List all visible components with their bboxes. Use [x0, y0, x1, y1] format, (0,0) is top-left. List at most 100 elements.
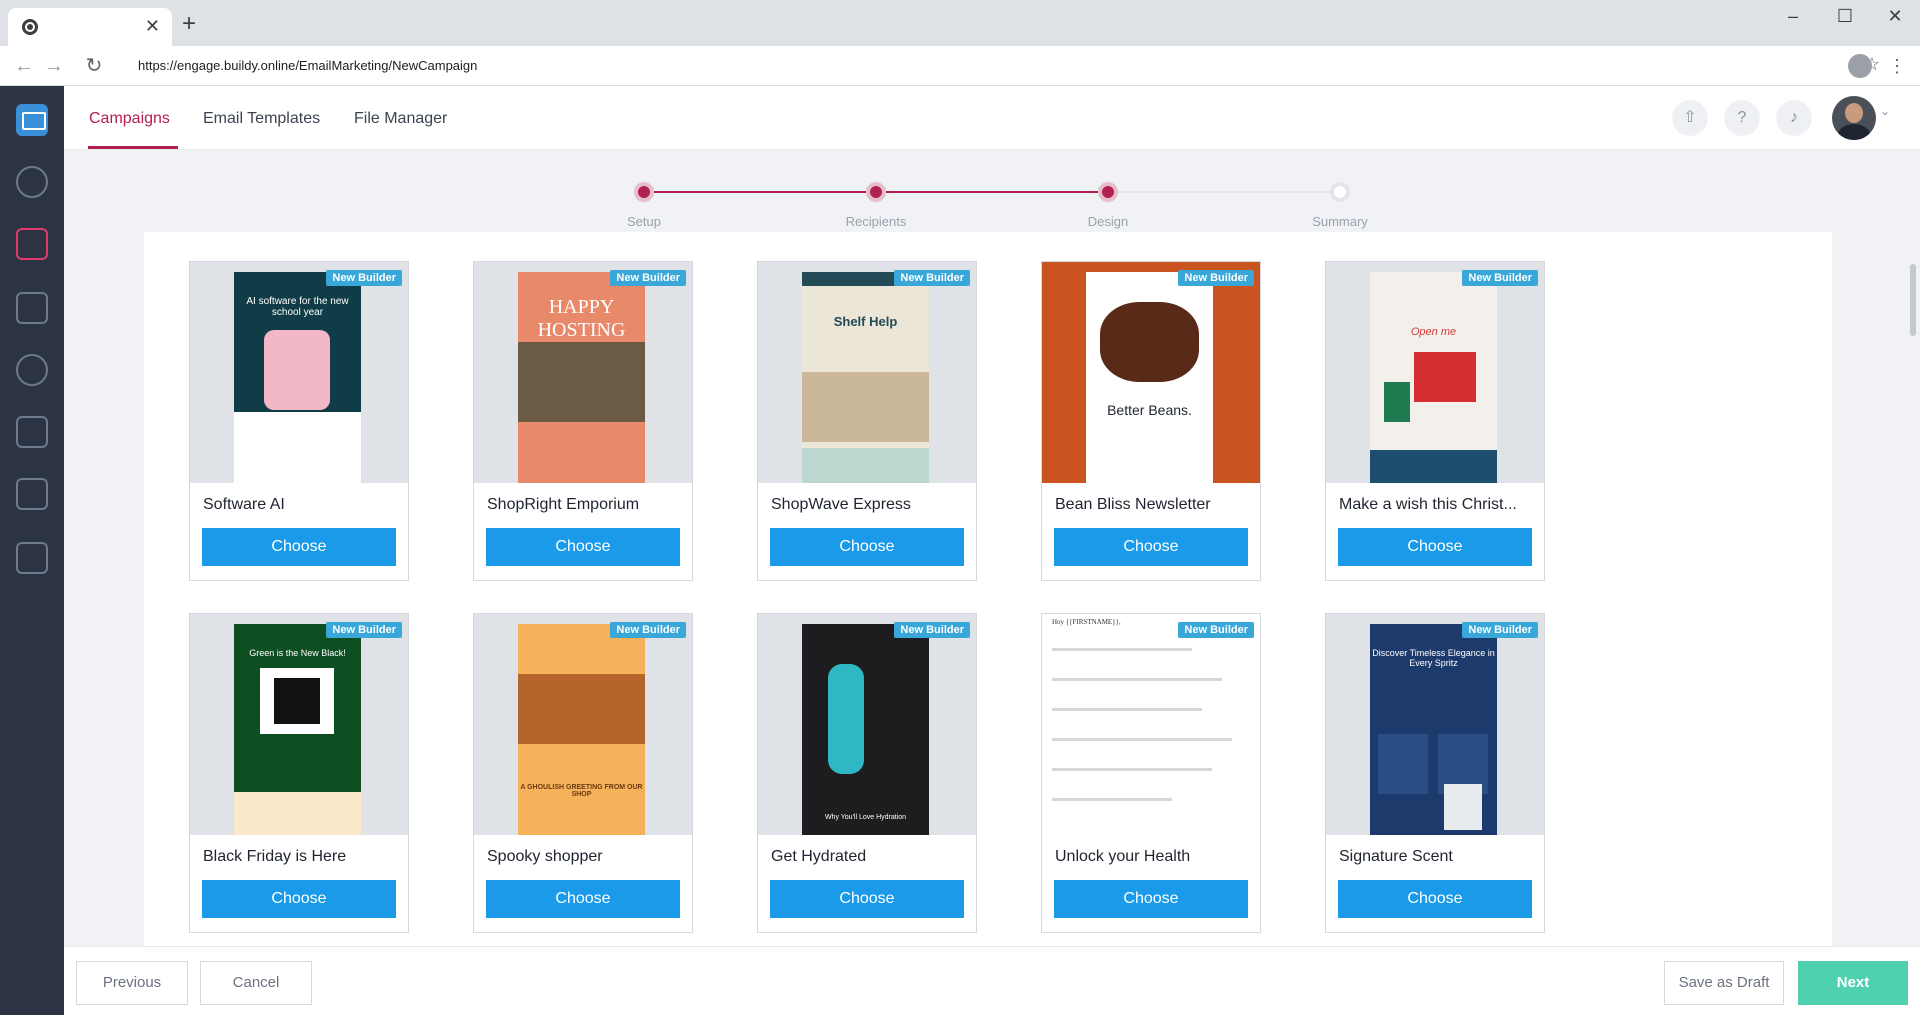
page-scrollbar[interactable] [1910, 264, 1916, 336]
template-name: ShopRight Emporium [487, 496, 640, 513]
browser-menu-icon[interactable]: ⋮ [1888, 54, 1906, 78]
choose-button[interactable]: Choose [1338, 880, 1532, 918]
thumb-text: Shelf Help [833, 314, 898, 329]
template-thumbnail[interactable]: Open me New Builder [1326, 262, 1544, 483]
tab-email-templates[interactable]: Email Templates [203, 110, 320, 128]
new-builder-badge: New Builder [1178, 270, 1254, 286]
previous-button[interactable]: Previous [76, 961, 188, 1005]
browser-profile-icon[interactable] [1848, 54, 1872, 78]
window-minimize-button[interactable]: – [1770, 4, 1816, 28]
address-bar[interactable]: https://engage.buildy.online/EmailMarket… [120, 52, 1880, 80]
template-card[interactable]: HAPPY HOSTING New Builder ShopRight Empo… [473, 261, 693, 581]
template-card[interactable]: Why You'll Love Hydration New Builder Ge… [757, 613, 977, 933]
template-thumbnail[interactable]: Hoy {{FIRSTNAME}}, New Builder [1042, 614, 1260, 835]
active-tab-indicator [88, 146, 178, 149]
step-connector [876, 191, 1108, 193]
new-builder-badge: New Builder [326, 270, 402, 286]
template-thumbnail[interactable]: Discover Timeless Elegance in Every Spri… [1326, 614, 1544, 835]
thumb-text: AI software for the new school year [246, 296, 349, 318]
template-name: Bean Bliss Newsletter [1055, 496, 1211, 513]
forward-arrow-icon[interactable]: → [42, 54, 66, 78]
help-icon[interactable]: ? [1724, 100, 1760, 136]
save-as-draft-button[interactable]: Save as Draft [1664, 961, 1784, 1005]
app-logo-icon[interactable] [16, 104, 48, 136]
step-design-dot[interactable] [1098, 182, 1118, 202]
back-arrow-icon[interactable]: ← [12, 54, 36, 78]
template-thumbnail[interactable]: AI software for the new school year New … [190, 262, 408, 483]
step-recipients-dot[interactable] [866, 182, 886, 202]
template-card[interactable]: A GHOULISH GREETING FROM OUR SHOP New Bu… [473, 613, 693, 933]
template-name: Unlock your Health [1055, 848, 1191, 865]
template-thumbnail[interactable]: Green is the New Black! New Builder [190, 614, 408, 835]
bell-icon[interactable]: ♪ [1776, 100, 1812, 136]
email-preview: Shelf Help [802, 272, 929, 483]
tab-file-manager[interactable]: File Manager [354, 110, 447, 128]
new-builder-badge: New Builder [894, 622, 970, 638]
landing-page-icon[interactable] [16, 478, 48, 510]
step-summary-dot[interactable] [1330, 182, 1350, 202]
template-card[interactable]: Green is the New Black! New Builder Blac… [189, 613, 409, 933]
cancel-button[interactable]: Cancel [200, 961, 312, 1005]
new-tab-button[interactable]: + [182, 12, 196, 36]
next-button[interactable]: Next [1798, 961, 1908, 1005]
choose-button[interactable]: Choose [770, 880, 964, 918]
choose-button[interactable]: Choose [770, 528, 964, 566]
template-name: Black Friday is Here [203, 848, 347, 865]
step-label-summary: Summary [1312, 214, 1368, 229]
new-builder-badge: New Builder [1462, 622, 1538, 638]
email-preview: Why You'll Love Hydration [802, 624, 929, 835]
thumb-text: Green is the New Black! [249, 648, 346, 658]
thumb-text: Better Beans. [1107, 402, 1192, 418]
browser-tab[interactable]: ✕ [8, 8, 172, 46]
address-url: https://engage.buildy.online/EmailMarket… [138, 58, 478, 73]
step-setup-dot[interactable] [634, 182, 654, 202]
step-label-design: Design [1087, 214, 1129, 229]
network-icon[interactable] [16, 354, 48, 386]
template-card[interactable]: Better Beans. New Builder Bean Bliss New… [1041, 261, 1261, 581]
template-card[interactable]: Open me New Builder Make a wish this Chr… [1325, 261, 1545, 581]
template-card[interactable]: Shelf Help New Builder ShopWave Express … [757, 261, 977, 581]
choose-button[interactable]: Choose [486, 528, 680, 566]
template-thumbnail[interactable]: Why You'll Love Hydration New Builder [758, 614, 976, 835]
thumb-text: Hoy {{FIRSTNAME}}, [1052, 618, 1121, 626]
choose-button[interactable]: Choose [202, 528, 396, 566]
template-card[interactable]: Hoy {{FIRSTNAME}}, New Builder Unlock yo… [1041, 613, 1261, 933]
email-preview: HAPPY HOSTING [518, 272, 645, 483]
template-name: Software AI [203, 496, 285, 513]
new-builder-badge: New Builder [1462, 270, 1538, 286]
forms-icon[interactable] [16, 416, 48, 448]
template-name: Spooky shopper [487, 848, 603, 865]
step-connector [1108, 191, 1340, 193]
app-header: Campaigns Email Templates File Manager ⇧… [64, 86, 1920, 150]
email-preview: AI software for the new school year [234, 272, 361, 483]
avatar[interactable] [1832, 96, 1876, 140]
template-card[interactable]: AI software for the new school year New … [189, 261, 409, 581]
email-preview: Green is the New Black! [234, 624, 361, 835]
browser-titlebar: ✕ + – ☐ ✕ [0, 0, 1920, 46]
template-thumbnail[interactable]: Better Beans. New Builder [1042, 262, 1260, 483]
chatbot-icon[interactable] [16, 542, 48, 574]
email-preview: Hoy {{FIRSTNAME}}, [1052, 618, 1250, 835]
choose-button[interactable]: Choose [202, 880, 396, 918]
choose-button[interactable]: Choose [1338, 528, 1532, 566]
window-maximize-button[interactable]: ☐ [1822, 4, 1868, 28]
template-card[interactable]: Discover Timeless Elegance in Every Spri… [1325, 613, 1545, 933]
template-thumbnail[interactable]: HAPPY HOSTING New Builder [474, 262, 692, 483]
step-label-recipients: Recipients [845, 214, 907, 229]
thumb-text: Discover Timeless Elegance in Every Spri… [1372, 648, 1495, 668]
template-thumbnail[interactable]: Shelf Help New Builder [758, 262, 976, 483]
choose-button[interactable]: Choose [486, 880, 680, 918]
tab-close-icon[interactable]: ✕ [145, 16, 160, 36]
tab-campaigns[interactable]: Campaigns [89, 110, 170, 128]
workflow-icon[interactable] [16, 292, 48, 324]
template-grid: AI software for the new school year New … [144, 232, 1832, 946]
upload-icon[interactable]: ⇧ [1672, 100, 1708, 136]
window-close-button[interactable]: ✕ [1872, 4, 1918, 28]
choose-button[interactable]: Choose [1054, 880, 1248, 918]
new-builder-badge: New Builder [894, 270, 970, 286]
reload-icon[interactable]: ↻ [82, 54, 106, 78]
choose-button[interactable]: Choose [1054, 528, 1248, 566]
chevron-down-icon[interactable]: ⌄ [1880, 104, 1890, 118]
template-name: Make a wish this Christ... [1339, 496, 1517, 513]
template-thumbnail[interactable]: A GHOULISH GREETING FROM OUR SHOP New Bu… [474, 614, 692, 835]
